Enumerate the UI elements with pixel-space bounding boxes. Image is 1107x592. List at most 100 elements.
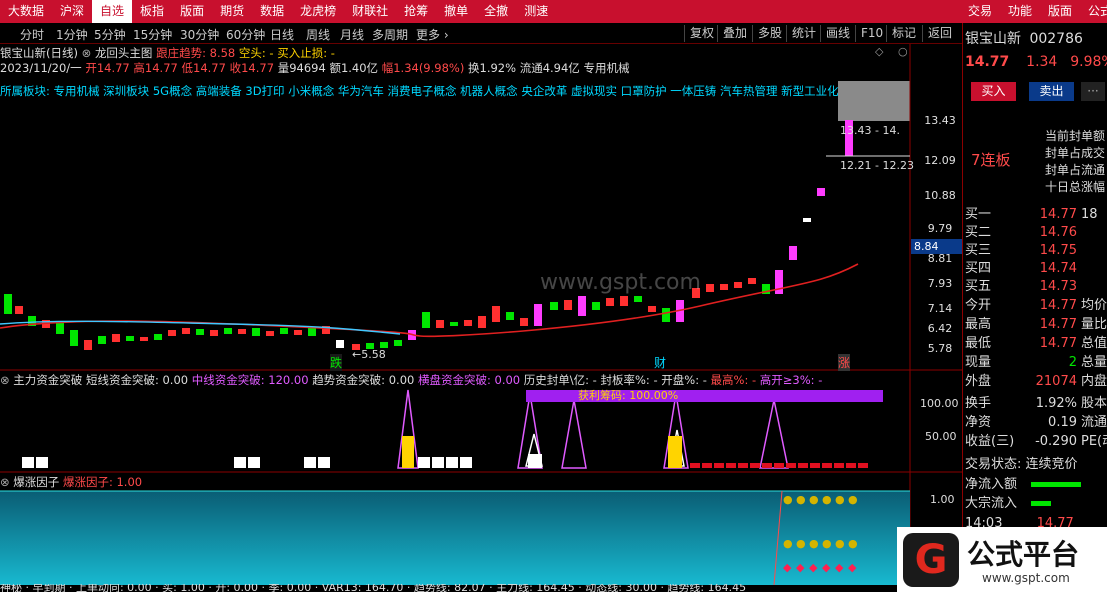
candle [817, 188, 825, 196]
menu-item-2[interactable]: 自选 [92, 0, 133, 23]
period-1[interactable]: 1分钟 [56, 26, 88, 43]
bid-row-2: 买三 14.75 [963, 239, 1107, 258]
period-6[interactable]: 日线 [270, 26, 294, 43]
rp-info-3: 十日总涨幅 [1045, 180, 1106, 194]
candle [422, 312, 430, 328]
candle [662, 308, 670, 322]
flow-bar [1031, 482, 1082, 487]
menu-item-1[interactable]: 沪深 [52, 0, 92, 23]
sub1-white-block [36, 457, 48, 468]
menu-right-0[interactable]: 交易 [960, 0, 1000, 23]
toolbar-btn-1[interactable]: 叠加 [717, 25, 752, 42]
candle [506, 312, 514, 320]
stat2-row-0: 换手 1.92% 股本 [963, 392, 1107, 411]
menu-right-2[interactable]: 版面 [1040, 0, 1080, 23]
candle [734, 282, 742, 288]
toolbar-btn-3[interactable]: 统计 [786, 25, 821, 42]
candle [450, 322, 458, 326]
sub1-white-block [528, 454, 542, 468]
stat2-label: 换手 [965, 396, 992, 411]
flow-label: 大宗流入 [965, 496, 1018, 511]
period-2[interactable]: 5分钟 [94, 26, 126, 43]
menu-item-0[interactable]: 大数据 [0, 0, 52, 23]
menu-item-8[interactable]: 财联社 [344, 0, 396, 23]
sub1-red-block [750, 463, 760, 468]
period-4[interactable]: 30分钟 [180, 26, 219, 43]
period-9[interactable]: 多周期 [372, 26, 408, 43]
toolbar-btn-5[interactable]: F10 [855, 25, 888, 42]
menu-item-7[interactable]: 龙虎榜 [292, 0, 344, 23]
sell-button[interactable]: 卖出 [1029, 82, 1074, 101]
menu-right-1[interactable]: 功能 [1000, 0, 1040, 23]
more-button[interactable]: ··· [1081, 82, 1105, 101]
buy-button[interactable]: 买入 [971, 82, 1016, 101]
sub1-title[interactable]: 主力资金突破 [13, 373, 82, 387]
sub1-red-block [822, 463, 832, 468]
sub1-white-block [446, 457, 458, 468]
menu-item-6[interactable]: 数据 [252, 0, 292, 23]
sub1-axis-50: 50.00 [925, 430, 957, 443]
bid-label: 买五 [965, 279, 992, 294]
period-5[interactable]: 60分钟 [226, 26, 265, 43]
baozhang-icon: ● [835, 493, 845, 506]
sub2-header: ⊗ 爆涨因子 爆涨因子: 1.00 [0, 474, 142, 490]
candle [648, 306, 656, 312]
toolbar-btn-4[interactable]: 画线 [820, 25, 855, 42]
sub1-axis-100: 100.00 [920, 397, 959, 410]
rp-name: 银宝山新 [965, 31, 1021, 47]
candle [775, 270, 783, 294]
candle [550, 302, 558, 310]
period-toolbar: 分时 1分钟 5分钟 15分钟 30分钟 60分钟 日线 周线 月线 多周期 更多 › 复权 叠加 多股统… [0, 23, 962, 44]
candle [98, 336, 106, 344]
baozhang-icon: ● [783, 493, 793, 506]
period-8[interactable]: 月线 [340, 26, 364, 43]
sub2-axis: 1.00 [930, 493, 955, 506]
toolbar-btn-0[interactable]: 复权 [684, 25, 719, 42]
sub1-white-block [432, 457, 444, 468]
baozhang-icon: ● [848, 493, 858, 506]
sub1-short: 短线资金突破: 0.00 [85, 373, 189, 387]
sub1-red-block [810, 463, 820, 468]
menu-item-10[interactable]: 撤单 [436, 0, 476, 23]
stat2-extra: 流通 [1081, 415, 1107, 430]
period-0[interactable]: 分时 [20, 26, 44, 43]
bottom-indicator-line: 神秘 · 早到期 · 上单动向: 0.00 · 买: 1.00 · 开: 0.0… [0, 584, 747, 592]
candle [70, 330, 78, 346]
menu-item-4[interactable]: 版面 [172, 0, 212, 23]
baozhang-icon: ◆ [796, 561, 805, 574]
menu-item-9[interactable]: 抢筹 [396, 0, 436, 23]
price-tick-8: 5.78 [927, 342, 953, 355]
candle [168, 330, 176, 336]
toolbar-btn-7[interactable]: 返回 [922, 25, 957, 42]
settings-icon[interactable]: ⊗ [0, 373, 10, 387]
stat2-value: -0.290 [1035, 434, 1077, 449]
menu-item-11[interactable]: 全撤 [476, 0, 516, 23]
chart-canvas: ● ● ● ● ● ●● ● ● ● ● ●◆ ◆ ◆ ◆ ◆ ◆ [0, 44, 962, 592]
period-10[interactable]: 更多 › [416, 26, 449, 43]
bid-value: 14.73 [1039, 279, 1077, 294]
period-7[interactable]: 周线 [306, 26, 330, 43]
stat-label: 最高 [965, 317, 992, 332]
stat-value: 21074 [1035, 374, 1077, 389]
toolbar-btn-6[interactable]: 标记 [886, 25, 921, 42]
flow-bar [1031, 501, 1052, 506]
sub2-title[interactable]: 爆涨因子 [13, 475, 59, 489]
stat-row-3: 现量 2 总量 [963, 351, 1107, 370]
period-3[interactable]: 15分钟 [133, 26, 172, 43]
candle [308, 328, 316, 336]
baozhang-icon: ◆ [822, 561, 831, 574]
stat-row-4: 外盘 21074 内盘 [963, 370, 1107, 389]
stat2-label: 收益(三) [965, 434, 1015, 449]
sub2-settings-icon[interactable]: ⊗ [0, 475, 10, 489]
sub1-hidden: 横盘资金突破: 0.00 [417, 373, 521, 387]
menu-item-12[interactable]: 测速 [516, 0, 556, 23]
menu-item-5[interactable]: 期货 [212, 0, 252, 23]
candle [294, 330, 302, 335]
menu-right-3[interactable]: 公式 [1080, 0, 1107, 23]
menu-item-3[interactable]: 板指 [132, 0, 172, 23]
flow-row-0: 净流入额 [963, 473, 1107, 492]
toolbar-btn-2[interactable]: 多股 [752, 25, 787, 42]
sub1-red-block [834, 463, 844, 468]
baozhang-icon: ◆ [809, 561, 818, 574]
range-label-high: 13.43 - 14. [840, 124, 900, 137]
